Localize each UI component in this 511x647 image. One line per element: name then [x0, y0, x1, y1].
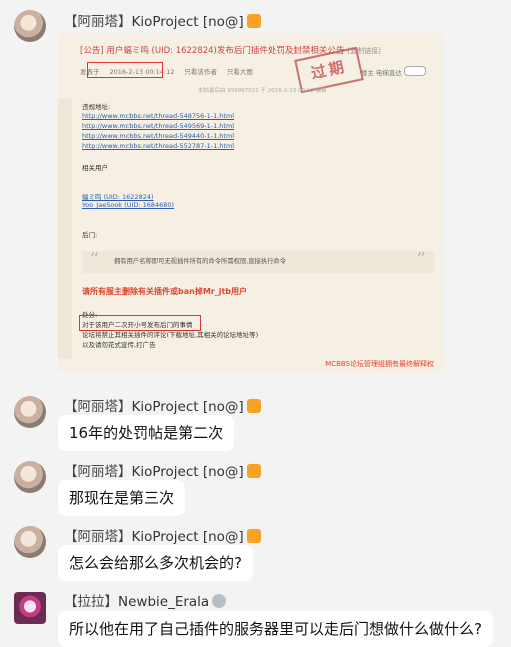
violation-link: http://www.mcbbs.net/thread-549440-1-1.h… [82, 132, 235, 140]
avatar[interactable] [14, 526, 46, 558]
sender-line: 【阿丽塔】KioProject [no@] [64, 460, 261, 480]
user-link: Yoo_JaeSook (UID: 1684680) [82, 201, 175, 209]
sender-tag: 【阿丽塔】 [64, 399, 132, 415]
fries-badge-icon [246, 14, 261, 28]
sender-name[interactable]: KioProject [no@] [132, 464, 244, 480]
highlight-box [87, 62, 163, 78]
avatar[interactable] [14, 461, 46, 493]
sender-tag: 【阿丽塔】 [64, 464, 132, 480]
octopus-badge-icon [212, 594, 227, 608]
footer-note: MCBBS论坛管理组拥有最终解释权 [325, 360, 434, 368]
message-bubble[interactable]: 那现在是第三次 [58, 480, 186, 516]
sender-line: 【拉拉】Newbie_Erala [64, 590, 227, 610]
sender-tag: 【阿丽塔】 [64, 14, 132, 30]
sender-tag: 【阿丽塔】 [64, 529, 132, 545]
sender-tag: 【拉拉】 [64, 594, 118, 610]
sender-name[interactable]: Newbie_Erala [118, 594, 209, 610]
chat-message: 【阿丽塔】KioProject [no@] 16年的处罚帖是第二次 [0, 390, 511, 451]
avatar[interactable] [14, 592, 46, 624]
user-link: 蝠ミ鸣 (UID: 1622824) [82, 193, 154, 201]
message-bubble[interactable]: 所以他在用了自己插件的服务器里可以走后门想做什么做什么? [58, 611, 493, 647]
sender-line: 【阿丽塔】KioProject [no@] [64, 525, 261, 545]
quote-block: “ 拥有用户名称即可无视插件所有的命令所需权限,直接执行命令 ” [82, 249, 434, 273]
forum-screenshot-image[interactable]: [公告] 用户蝠ミ鸣 (UID: 1622824)发布后门插件处罚及封禁相关公告… [58, 33, 444, 373]
penalty-item: 以及请勿花式宣传,打广告 [82, 341, 156, 349]
chat-message: 【阿丽塔】KioProject [no@] 怎么会给那么多次机会的? [0, 520, 511, 581]
edited-note: 本帖最后由 999997021 于 2016-2-13 00:12 编辑 [198, 88, 327, 94]
chat-message: 【拉拉】Newbie_Erala 所以他在用了自己插件的服务器里可以走后门想做什… [0, 586, 511, 647]
sender-line: 【阿丽塔】KioProject [no@] [64, 10, 261, 30]
fries-badge-icon [246, 529, 261, 543]
sidebar-strip [58, 99, 72, 359]
penalty-item: 论坛将禁止其相关插件的评论(下载地址,其相关的论坛地址等) [82, 331, 259, 339]
sender-name[interactable]: KioProject [no@] [132, 529, 244, 545]
fries-badge-icon [246, 399, 261, 413]
sender-line: 【阿丽塔】KioProject [no@] [64, 395, 261, 415]
users-label: 相关用户 [82, 164, 108, 172]
violation-link: http://www.mcbbs.net/thread-549569-1-1.h… [82, 122, 235, 130]
fries-badge-icon [246, 464, 261, 478]
sender-name[interactable]: KioProject [no@] [132, 14, 244, 30]
message-bubble[interactable]: 怎么会给那么多次机会的? [58, 545, 253, 581]
warning-text: 请所有服主删除有关插件或ban掉Mr_jtb用户 [82, 287, 248, 296]
links-label: 违规地址: [82, 103, 111, 111]
avatar[interactable] [14, 10, 46, 42]
violation-link: http://www.mcbbs.net/thread-552787-1-1.h… [82, 142, 235, 150]
backdoor-label: 后门: [82, 231, 98, 239]
sender-name[interactable]: KioProject [no@] [132, 399, 244, 415]
avatar[interactable] [14, 396, 46, 428]
message-bubble[interactable]: 16年的处罚帖是第二次 [58, 415, 235, 451]
post-nav: 楼主 电梯直达 [361, 66, 426, 77]
chat-message: 【阿丽塔】KioProject [no@] [公告] 用户蝠ミ鸣 (UID: 1… [0, 0, 511, 380]
chat-message: 【阿丽塔】KioProject [no@] 那现在是第三次 [0, 455, 511, 516]
violation-link: http://www.mcbbs.net/thread-548756-1-1.h… [82, 112, 235, 120]
